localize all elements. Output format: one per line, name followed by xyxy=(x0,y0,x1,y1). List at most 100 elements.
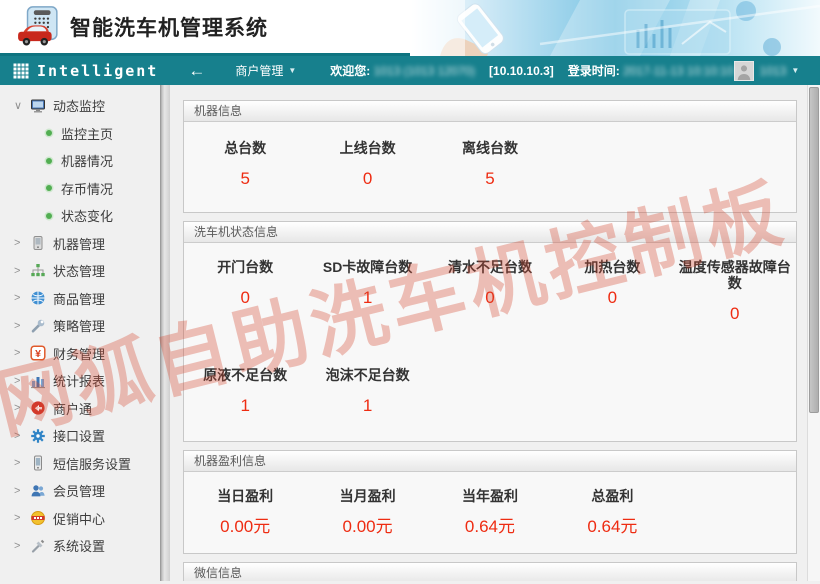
login-time-blurred: 2017-11-13 10:10:10 xyxy=(623,64,734,78)
stat-profit-today: 当日盈利 0.00元 xyxy=(184,488,306,536)
chevron-right-icon: > xyxy=(14,375,28,387)
sidebar-item-finance-mgmt[interactable]: > ¥ 财务管理 xyxy=(0,340,160,368)
welcome-text: 欢迎您: 1013 (1013 12070) xyxy=(330,62,475,79)
chevron-right-icon: > xyxy=(14,540,28,552)
members-icon xyxy=(30,483,46,499)
main-navbar: Intelligent ← 商户管理 ▼ 欢迎您: 1013 (1013 120… xyxy=(0,56,820,85)
yen-icon: ¥ xyxy=(30,345,46,361)
chevron-right-icon: > xyxy=(14,347,28,359)
app-header: 智能洗车机管理系统 xyxy=(0,0,820,56)
sms-phone-icon xyxy=(30,455,46,471)
sidebar: ∨ 动态监控 监控主页 机器情况 存币情况 状态变化 xyxy=(0,85,160,581)
stat-heating: 加热台数 0 xyxy=(551,259,673,323)
monitor-icon xyxy=(30,98,46,114)
sidebar-item-label: 状态管理 xyxy=(53,261,105,280)
sidebar-item-label: 商品管理 xyxy=(53,289,105,308)
sidebar-item-merchant-pass[interactable]: > 商户通 xyxy=(0,395,160,423)
chevron-expanded-icon: ∨ xyxy=(14,99,28,112)
gear-icon xyxy=(30,428,46,444)
sidebar-item-state-change[interactable]: 状态变化 xyxy=(0,202,160,230)
green-dot-icon xyxy=(46,185,52,191)
login-time-text: 登录时间: 2017-11-13 10:10:10 xyxy=(568,62,734,79)
sidebar-item-label: 会员管理 xyxy=(53,481,105,500)
sidebar-item-label: 动态监控 xyxy=(53,96,105,115)
chevron-right-icon: > xyxy=(14,265,28,277)
panel-machine-info: 机器信息 总台数 5 上线台数 0 离线台数 5 xyxy=(183,100,797,213)
stat-door-open: 开门台数 0 xyxy=(184,259,306,323)
header-banner-image xyxy=(410,0,820,56)
panel-washer-status: 洗车机状态信息 开门台数 0 SD卡故障台数 1 清水不足台数 0 xyxy=(183,221,797,442)
sidebar-item-system-settings[interactable]: > 系统设置 xyxy=(0,532,160,560)
sidebar-collapse-arrow-icon[interactable]: ← xyxy=(188,62,205,79)
chevron-right-icon: > xyxy=(14,430,28,442)
sidebar-item-label: 策略管理 xyxy=(53,316,105,335)
sidebar-item-label: 接口设置 xyxy=(53,426,105,445)
globe-icon xyxy=(30,290,46,306)
content-area: ∨ 动态监控 监控主页 机器情况 存币情况 状态变化 xyxy=(0,85,820,581)
sidebar-item-label: 状态变化 xyxy=(61,206,113,225)
panel-profit-info-title: 机器盈利信息 xyxy=(184,451,796,472)
carwash-logo-icon xyxy=(16,6,60,48)
sidebar-item-stats-report[interactable]: > 统计报表 xyxy=(0,367,160,395)
sidebar-item-sms-settings[interactable]: > 短信服务设置 xyxy=(0,450,160,478)
user-chevron-down-icon[interactable]: ▼ xyxy=(791,66,799,75)
sidebar-item-status-mgmt[interactable]: > 状态管理 xyxy=(0,257,160,285)
sidebar-item-label: 机器情况 xyxy=(61,151,113,170)
merchant-name-blurred: 1013 (1013 12070) xyxy=(374,64,475,78)
sidebar-item-machine-status[interactable]: 机器情况 xyxy=(0,147,160,175)
username-blurred[interactable]: 1013 xyxy=(760,64,787,78)
sidebar-item-label: 短信服务设置 xyxy=(53,454,131,473)
sidebar-item-label: 存币情况 xyxy=(61,179,113,198)
tools-icon xyxy=(30,538,46,554)
chevron-right-icon: > xyxy=(14,320,28,332)
sidebar-item-label: 系统设置 xyxy=(53,536,105,555)
device-icon xyxy=(30,235,46,251)
sidebar-item-label: 促销中心 xyxy=(53,509,105,528)
sitemap-icon xyxy=(30,263,46,279)
sidebar-item-machine-mgmt[interactable]: > 机器管理 xyxy=(0,230,160,258)
stat-online-machines: 上线台数 0 xyxy=(306,140,428,188)
sidebar-item-promo-center[interactable]: > 促销中心 xyxy=(0,505,160,533)
stat-profit-total: 总盈利 0.64元 xyxy=(551,488,673,536)
sidebar-item-monitor-home[interactable]: 监控主页 xyxy=(0,120,160,148)
main-panel-area: 机器信息 总台数 5 上线台数 0 离线台数 5 xyxy=(170,85,807,581)
stat-temp-sensor-fault: 温度传感器故障台数 0 xyxy=(674,259,796,323)
chevron-right-icon: > xyxy=(14,512,28,524)
promo-badge-icon xyxy=(30,510,46,526)
page-title: 智能洗车机管理系统 xyxy=(70,12,268,42)
stat-profit-month: 当月盈利 0.00元 xyxy=(306,488,428,536)
green-dot-icon xyxy=(46,213,52,219)
scrollbar-thumb[interactable] xyxy=(809,87,819,413)
sidebar-item-interface-settings[interactable]: > 接口设置 xyxy=(0,422,160,450)
sidebar-item-label: 机器管理 xyxy=(53,234,105,253)
chevron-right-icon: > xyxy=(14,485,28,497)
sidebar-item-strategy-mgmt[interactable]: > 策略管理 xyxy=(0,312,160,340)
server-ip: [10.10.10.3] xyxy=(489,64,554,78)
vertical-scrollbar[interactable] xyxy=(807,85,820,581)
chevron-right-icon: > xyxy=(14,457,28,469)
wrench-icon xyxy=(30,318,46,334)
apps-grid-icon xyxy=(13,63,29,79)
sidebar-item-label: 财务管理 xyxy=(53,344,105,363)
stat-low-foam: 泡沫不足台数 1 xyxy=(306,367,428,415)
merchant-menu[interactable]: 商户管理 ▼ xyxy=(235,62,296,79)
panel-wechat-info-title: 微信信息 xyxy=(184,563,796,581)
panel-machine-info-title: 机器信息 xyxy=(184,101,796,122)
sidebar-item-label: 统计报表 xyxy=(53,371,105,390)
chevron-down-icon: ▼ xyxy=(288,66,296,75)
brand-text: Intelligent xyxy=(37,62,158,80)
bar-chart-icon xyxy=(30,373,46,389)
sidebar-item-label: 商户通 xyxy=(53,399,92,418)
sidebar-item-coin-status[interactable]: 存币情况 xyxy=(0,175,160,203)
sidebar-item-dynamic-monitor[interactable]: ∨ 动态监控 xyxy=(0,92,160,120)
user-avatar[interactable] xyxy=(734,61,754,81)
merchant-menu-label: 商户管理 xyxy=(235,62,283,79)
sidebar-splitter[interactable] xyxy=(160,85,170,581)
stat-low-detergent: 原液不足台数 1 xyxy=(184,367,306,415)
sidebar-item-label: 监控主页 xyxy=(61,124,113,143)
sidebar-item-member-mgmt[interactable]: > 会员管理 xyxy=(0,477,160,505)
panel-profit-info: 机器盈利信息 当日盈利 0.00元 当月盈利 0.00元 当年盈利 0.64元 xyxy=(183,450,797,554)
sidebar-item-product-mgmt[interactable]: > 商品管理 xyxy=(0,285,160,313)
chevron-right-icon: > xyxy=(14,292,28,304)
stat-profit-year: 当年盈利 0.64元 xyxy=(429,488,551,536)
